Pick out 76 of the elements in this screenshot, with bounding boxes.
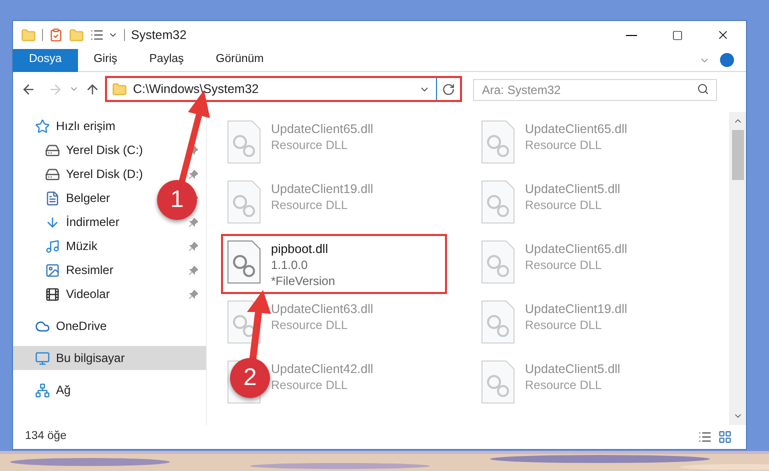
sidebar-item[interactable]: Hızlı erişim [56, 117, 116, 135]
file-name: UpdateClient65.dll [271, 121, 374, 137]
file-detail: Resource DLL [525, 137, 603, 153]
file-name: UpdateClient5.dll [525, 361, 620, 377]
dll-file-icon [481, 300, 515, 344]
sidebar-item[interactable]: Yerel Disk (C:) [66, 141, 143, 159]
file-detail: Resource DLL [525, 257, 603, 273]
ribbon-tab[interactable]: Paylaş [133, 48, 200, 72]
dll-file-icon [481, 180, 515, 224]
view-list-icon[interactable] [90, 28, 104, 42]
dll-file-icon [227, 180, 261, 224]
window-title: System32 [131, 26, 187, 44]
back-icon[interactable] [21, 82, 36, 96]
selected-row[interactable]: Bu bilgisayar [13, 346, 206, 370]
search-icon[interactable] [697, 83, 709, 95]
sidebar-item[interactable]: Belgeler [66, 189, 110, 207]
file-detail: Resource DLL [525, 197, 603, 213]
file-name: UpdateClient19.dll [271, 181, 374, 197]
file-detail: Resource DLL [525, 317, 603, 333]
drive-icon [45, 166, 60, 182]
file-name: pipboot.dll [271, 241, 329, 257]
sidebar-item[interactable]: Müzik [66, 237, 98, 255]
sidebar-item[interactable]: Ağ [56, 381, 71, 399]
dll-file-icon [481, 360, 515, 404]
address-bar[interactable]: C:\Windows\System32 [105, 76, 462, 102]
file-detail: Resource DLL [271, 197, 349, 213]
search-field[interactable]: Ara: System32 [473, 79, 717, 101]
sidebar-item[interactable]: Resimler [66, 261, 114, 279]
sidebar-item[interactable]: OneDrive [56, 317, 107, 335]
sidebar-item[interactable]: Videolar [66, 285, 110, 303]
minimize-icon [626, 34, 636, 36]
file-detail: *FileVersion [271, 273, 336, 289]
file-name: UpdateClient65.dll [525, 241, 628, 257]
picture-icon [45, 262, 60, 278]
music-note-icon [45, 238, 60, 254]
file-name: UpdateClient5.dll [525, 181, 620, 197]
tiles-view-icon[interactable] [718, 430, 732, 444]
file-name: UpdateClient65.dll [525, 121, 628, 137]
up-icon[interactable] [85, 82, 100, 96]
dll-file-icon [481, 240, 515, 284]
help-icon[interactable] [720, 53, 734, 67]
sidebar-item[interactable]: Yerel Disk (D:) [66, 165, 143, 183]
dll-file-icon [227, 120, 261, 164]
item-count: 134 öğe [25, 429, 67, 444]
address-path: C:\Windows\System32 [133, 80, 260, 98]
document-icon [45, 190, 60, 206]
scrollbar[interactable] [729, 112, 746, 425]
file-detail: Resource DLL [271, 317, 349, 333]
folder-icon [112, 82, 127, 96]
dll-file-icon [481, 120, 515, 164]
monitor-icon [35, 350, 50, 366]
maximize-icon [672, 30, 682, 40]
file-name: UpdateClient19.dll [525, 301, 628, 317]
ribbon-tab[interactable]: Dosya [13, 48, 78, 72]
file-name: UpdateClient63.dll [271, 301, 374, 317]
dll-file-icon [227, 240, 261, 284]
network-icon [35, 382, 50, 398]
file-detail: Resource DLL [271, 377, 349, 393]
properties-icon[interactable] [49, 28, 63, 42]
star-icon [35, 118, 50, 134]
close-icon [716, 28, 730, 42]
cloud-icon [35, 318, 50, 334]
file-detail: 1.1.0.0 [271, 257, 309, 273]
scroll-thumb[interactable] [732, 130, 744, 180]
film-icon [45, 286, 60, 302]
ribbon-tab[interactable]: Görünüm [200, 48, 280, 72]
sidebar-item[interactable]: İndirmeler [66, 213, 120, 231]
file-detail: Resource DLL [271, 137, 349, 153]
sidebar-item[interactable]: Bu bilgisayar [56, 349, 125, 367]
drive-icon [45, 142, 60, 158]
file-name: UpdateClient42.dll [271, 361, 374, 377]
down-arrow-icon [45, 214, 60, 230]
details-view-icon[interactable] [698, 430, 712, 444]
ribbon-tab[interactable]: Giriş [78, 48, 134, 72]
refresh-icon[interactable] [442, 82, 455, 96]
file-detail: Resource DLL [525, 377, 603, 393]
